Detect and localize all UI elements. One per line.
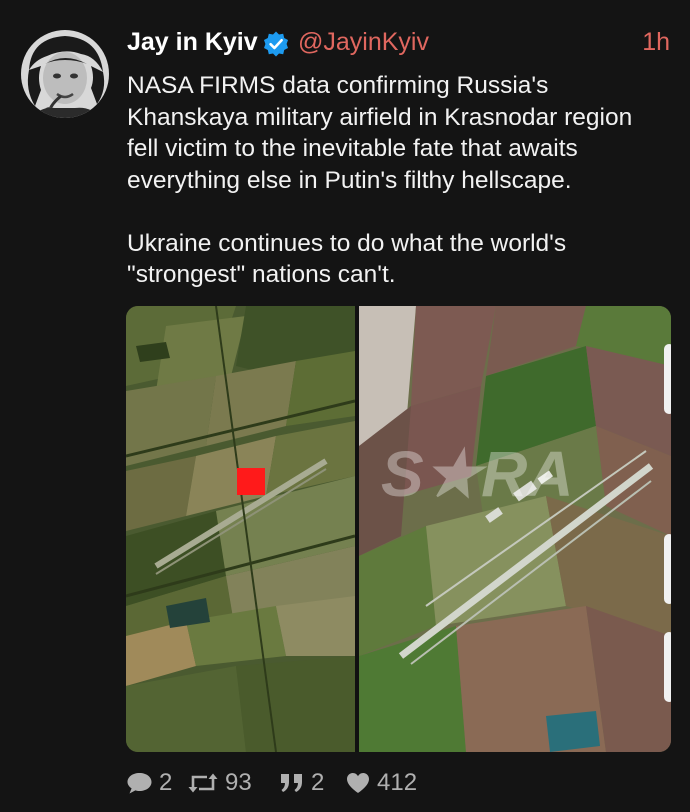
tweet: Jay in Kyiv @JayinKyiv 1h NASA FIRMS dat… xyxy=(0,0,690,812)
quote-icon xyxy=(281,774,302,792)
author-handle[interactable]: @JayinKyiv xyxy=(298,28,429,57)
author-name[interactable]: Jay in Kyiv xyxy=(127,28,258,57)
like-icon xyxy=(347,773,369,793)
tweet-text: NASA FIRMS data confirming Russia's Khan… xyxy=(127,72,633,288)
tweet-media[interactable]: S★RA xyxy=(126,306,671,752)
like-count: 412 xyxy=(377,769,418,796)
reply-icon xyxy=(127,773,152,794)
satellite-image-left xyxy=(126,306,355,752)
avatar[interactable] xyxy=(21,30,109,118)
firms-fire-marker xyxy=(237,468,265,495)
reply-count: 2 xyxy=(159,769,173,796)
verified-badge-icon xyxy=(262,30,290,58)
quote-count: 2 xyxy=(311,769,325,796)
timestamp[interactable]: 1h xyxy=(642,28,670,57)
quote-action[interactable]: 2 xyxy=(279,766,324,800)
watermark: S★RA xyxy=(381,438,574,510)
tweet-header: Jay in Kyiv @JayinKyiv 1h xyxy=(127,26,670,60)
satellite-image-right: S★RA xyxy=(359,306,671,752)
retweet-action[interactable]: 93 xyxy=(187,766,252,800)
like-action[interactable]: 412 xyxy=(345,766,417,800)
retweet-count: 93 xyxy=(225,769,252,796)
reply-action[interactable]: 2 xyxy=(126,766,172,800)
retweet-icon xyxy=(188,773,218,793)
